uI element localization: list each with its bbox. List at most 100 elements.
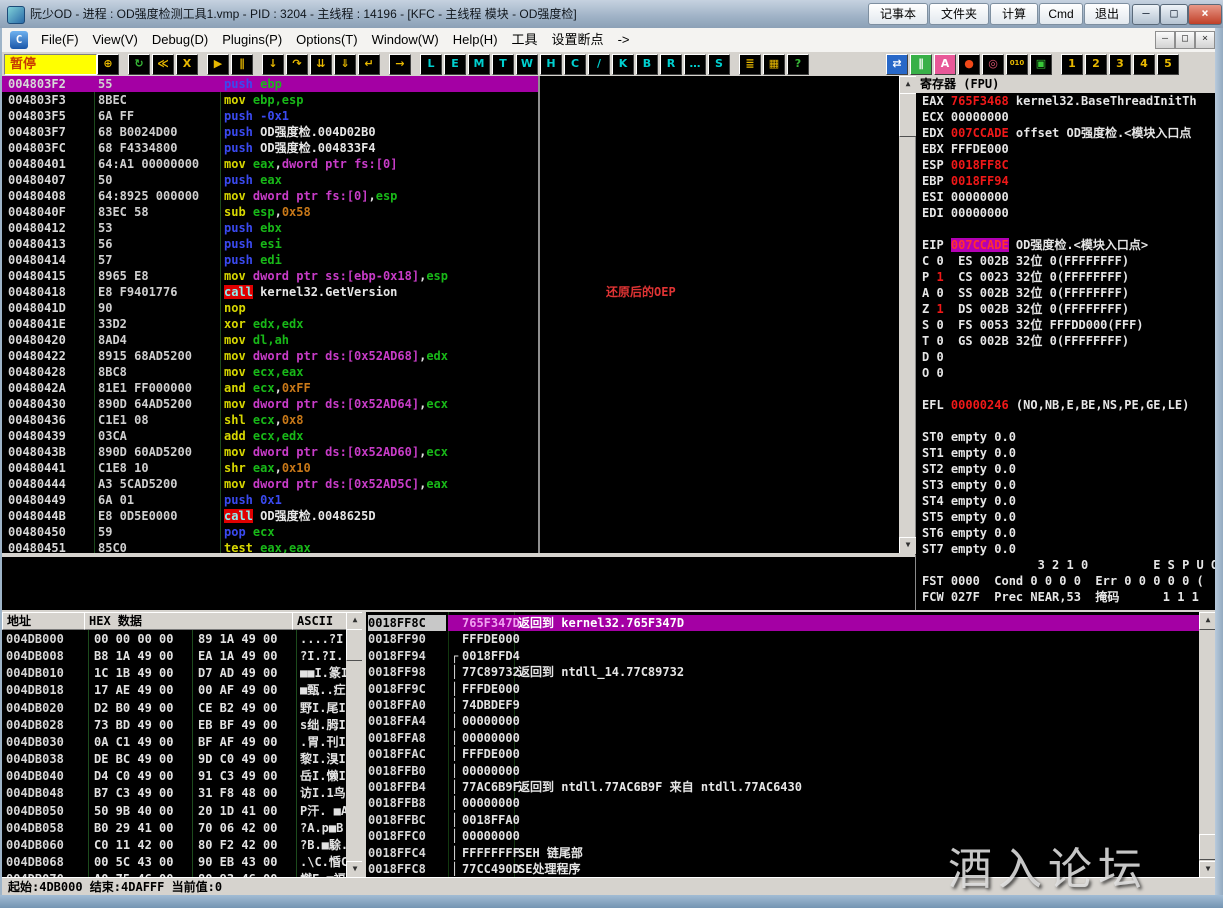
disasm-row[interactable]: 00480436C1E1 08shl ecx,0x8 bbox=[2, 412, 899, 428]
titlebar-button-4[interactable]: 退出 bbox=[1084, 3, 1130, 25]
maximize-button[interactable]: □ bbox=[1160, 4, 1188, 25]
dump-panel[interactable]: 地址 HEX 数据 ASCII 004DB00000 00 00 0089 1A… bbox=[2, 612, 346, 877]
register-line[interactable]: ST4 empty 0.0 bbox=[922, 493, 1215, 509]
disasm-row[interactable]: 00480441C1E8 10shr eax,0x10 bbox=[2, 460, 899, 476]
view-windows-button[interactable]: W bbox=[516, 54, 538, 75]
disasm-scrollbar[interactable]: ▲ ▼ bbox=[899, 76, 915, 553]
disasm-row[interactable]: 0048040864:8925 000000mov dword ptr fs:[… bbox=[2, 188, 899, 204]
register-line[interactable]: S 0 FS 0053 32位 FFFDD000(FFF) bbox=[922, 317, 1215, 333]
disasm-row[interactable]: 00480418E8 F9401776call kernel32.GetVers… bbox=[2, 284, 899, 300]
dump-col-ascii[interactable]: ASCII bbox=[292, 612, 346, 630]
desktop-3-button[interactable]: 3 bbox=[1109, 54, 1131, 75]
swap-panes-button[interactable]: ⇄ bbox=[886, 54, 908, 75]
view-cpu-button[interactable]: C bbox=[564, 54, 586, 75]
view-references-button[interactable]: R bbox=[660, 54, 682, 75]
register-line[interactable]: FCW 027F Prec NEAR,53 掩码 1 1 1 bbox=[922, 589, 1215, 605]
dump-row[interactable]: 004DB0101C 1B 49 00D7 AD 49 00■■I.篆I. bbox=[2, 665, 346, 682]
disasm-row[interactable]: 0048043B890D 60AD5200mov dword ptr ds:[0… bbox=[2, 444, 899, 460]
dump-row[interactable]: 004DB008B8 1A 49 00EA 1A 49 00?I.?I. bbox=[2, 648, 346, 665]
stack-row[interactable]: 0018FFBC│0018FFA0 bbox=[366, 812, 1199, 828]
disasm-row[interactable]: 0048041457push edi bbox=[2, 252, 899, 268]
restart-button[interactable]: ↻ bbox=[128, 54, 150, 75]
register-line[interactable]: P 1 CS 0023 32位 0(FFFFFFFF) bbox=[922, 269, 1215, 285]
disasm-row[interactable]: 00480444A3 5CAD5200mov dword ptr ds:[0x5… bbox=[2, 476, 899, 492]
disasm-row[interactable]: 004803F38BECmov ebp,esp bbox=[2, 92, 899, 108]
register-line[interactable]: FST 0000 Cond 0 0 0 0 Err 0 0 0 0 0 ( bbox=[922, 573, 1215, 589]
disasm-row[interactable]: 0048045185C0test eax,eax bbox=[2, 540, 899, 553]
disasm-row[interactable]: 0048043903CAadd ecx,edx bbox=[2, 428, 899, 444]
info-panel[interactable] bbox=[2, 557, 915, 610]
desktop-1-button[interactable]: 1 bbox=[1061, 54, 1083, 75]
register-line[interactable]: ST3 empty 0.0 bbox=[922, 477, 1215, 493]
run-button[interactable]: ▶ bbox=[207, 54, 229, 75]
window-grid-button[interactable]: ▣ bbox=[1030, 54, 1052, 75]
stack-row[interactable]: 0018FFB4│77AC6B9F返回到 ntdll.77AC6B9F 来自 n… bbox=[366, 779, 1199, 795]
dump-row[interactable]: 004DB0300A C1 49 00BF AF 49 00.胃.刊I. bbox=[2, 734, 346, 751]
pause-alt-button[interactable]: ∥ bbox=[910, 54, 932, 75]
appearance-button[interactable]: ▦ bbox=[763, 54, 785, 75]
disasm-row[interactable]: 00480430890D 64AD5200mov dword ptr ds:[0… bbox=[2, 396, 899, 412]
breakpoint-dot-button[interactable]: ● bbox=[958, 54, 980, 75]
stack-row[interactable]: 0018FFB8│00000000 bbox=[366, 795, 1199, 811]
stack-row[interactable]: 0018FFA0│74DBDEF9 bbox=[366, 697, 1199, 713]
register-line[interactable]: O 0 bbox=[922, 365, 1215, 381]
mdi-restore-button[interactable]: □ bbox=[1175, 31, 1195, 49]
register-line[interactable]: D 0 bbox=[922, 349, 1215, 365]
dump-row[interactable]: 004DB040D4 C0 49 0091 C3 49 00岳I.懒I. bbox=[2, 768, 346, 785]
disasm-row[interactable]: 0048041253push ebx bbox=[2, 220, 899, 236]
titlebar-button-3[interactable]: Cmd bbox=[1039, 3, 1083, 25]
assemble-button[interactable]: A bbox=[934, 54, 956, 75]
view-breakpoints-button[interactable]: B bbox=[636, 54, 658, 75]
stack-row[interactable]: 0018FFA8│00000000 bbox=[366, 730, 1199, 746]
register-line[interactable]: C 0 ES 002B 32位 0(FFFFFFFF) bbox=[922, 253, 1215, 269]
disasm-row[interactable]: 004804208AD4mov dl,ah bbox=[2, 332, 899, 348]
disasm-row[interactable]: 0048045059pop ecx bbox=[2, 524, 899, 540]
disasm-row[interactable]: 0048041356push esi bbox=[2, 236, 899, 252]
disasm-row[interactable]: 004803F768 B0024D00push OD强度检.004D02B0 bbox=[2, 124, 899, 140]
dump-row[interactable]: 004DB05050 9B 40 0020 1D 41 00P汗. ■A. bbox=[2, 803, 346, 820]
register-line[interactable]: Z 1 DS 002B 32位 0(FFFFFFFF) bbox=[922, 301, 1215, 317]
options-button[interactable]: ≣ bbox=[739, 54, 761, 75]
disasm-row[interactable]: 0048044BE8 0D5E0000call OD强度检.0048625D bbox=[2, 508, 899, 524]
register-line[interactable]: EAX 765F3468 kernel32.BaseThreadInitTh bbox=[922, 93, 1215, 109]
menu-item-DebugD[interactable]: Debug(D) bbox=[145, 28, 215, 52]
menu-item-WindowW[interactable]: Window(W) bbox=[365, 28, 446, 52]
register-line[interactable]: A 0 SS 002B 32位 0(FFFFFFFF) bbox=[922, 285, 1215, 301]
view-run-trace-button[interactable]: … bbox=[684, 54, 706, 75]
binary-view-button[interactable]: 010 bbox=[1006, 54, 1028, 75]
disasm-row[interactable]: 0048041D90nop bbox=[2, 300, 899, 316]
step-back-button[interactable]: ≪ bbox=[152, 54, 174, 75]
stack-row[interactable]: 0018FF90FFFDE000 bbox=[366, 631, 1199, 647]
register-line[interactable]: ST6 empty 0.0 bbox=[922, 525, 1215, 541]
dump-row[interactable]: 004DB058B0 29 41 0070 06 42 00?A.p■B. bbox=[2, 820, 346, 837]
register-line[interactable] bbox=[922, 381, 1215, 397]
view-handles-button[interactable]: H bbox=[540, 54, 562, 75]
menu-item-OptionsT[interactable]: Options(T) bbox=[289, 28, 364, 52]
view-executables-button[interactable]: E bbox=[444, 54, 466, 75]
register-line[interactable] bbox=[922, 221, 1215, 237]
titlebar-button-2[interactable]: 计算 bbox=[990, 3, 1038, 25]
dump-row[interactable]: 004DB00000 00 00 0089 1A 49 00....?I. bbox=[2, 631, 346, 648]
step-into-button[interactable]: ↓ bbox=[262, 54, 284, 75]
menu-item-[interactable]: -> bbox=[611, 28, 637, 52]
disasm-row[interactable]: 004803F56A FFpush -0x1 bbox=[2, 108, 899, 124]
disassembly-panel[interactable]: 004803F255push ebp004803F38BECmov ebp,es… bbox=[2, 76, 899, 553]
stack-row[interactable]: 0018FF8C765F347D返回到 kernel32.765F347D bbox=[366, 615, 1199, 631]
register-line[interactable]: ESI 00000000 bbox=[922, 189, 1215, 205]
menu-item-ViewV[interactable]: View(V) bbox=[86, 28, 145, 52]
titlebar-button-1[interactable]: 文件夹 bbox=[929, 3, 989, 25]
register-line[interactable]: EFL 00000246 (NO,NB,E,BE,NS,PE,GE,LE) bbox=[922, 397, 1215, 413]
view-memory-button[interactable]: M bbox=[468, 54, 490, 75]
desktop-4-button[interactable]: 4 bbox=[1133, 54, 1155, 75]
register-line[interactable]: ST0 empty 0.0 bbox=[922, 429, 1215, 445]
disasm-row[interactable]: 004804228915 68AD5200mov dword ptr ds:[0… bbox=[2, 348, 899, 364]
menu-item-PluginsP[interactable]: Plugins(P) bbox=[215, 28, 289, 52]
mdi-minimize-button[interactable]: – bbox=[1155, 31, 1175, 49]
dump-row[interactable]: 004DB060C0 11 42 0080 F2 42 00?B.■駼. bbox=[2, 837, 346, 854]
register-line[interactable]: 3 2 1 0 E S P U O bbox=[922, 557, 1215, 573]
close-button[interactable]: × bbox=[1188, 4, 1222, 25]
stack-row[interactable]: 0018FF9C│FFFDE000 bbox=[366, 681, 1199, 697]
view-source-button[interactable]: S bbox=[708, 54, 730, 75]
disasm-row[interactable]: 0048040750push eax bbox=[2, 172, 899, 188]
dump-col-hex[interactable]: HEX 数据 bbox=[84, 612, 296, 630]
